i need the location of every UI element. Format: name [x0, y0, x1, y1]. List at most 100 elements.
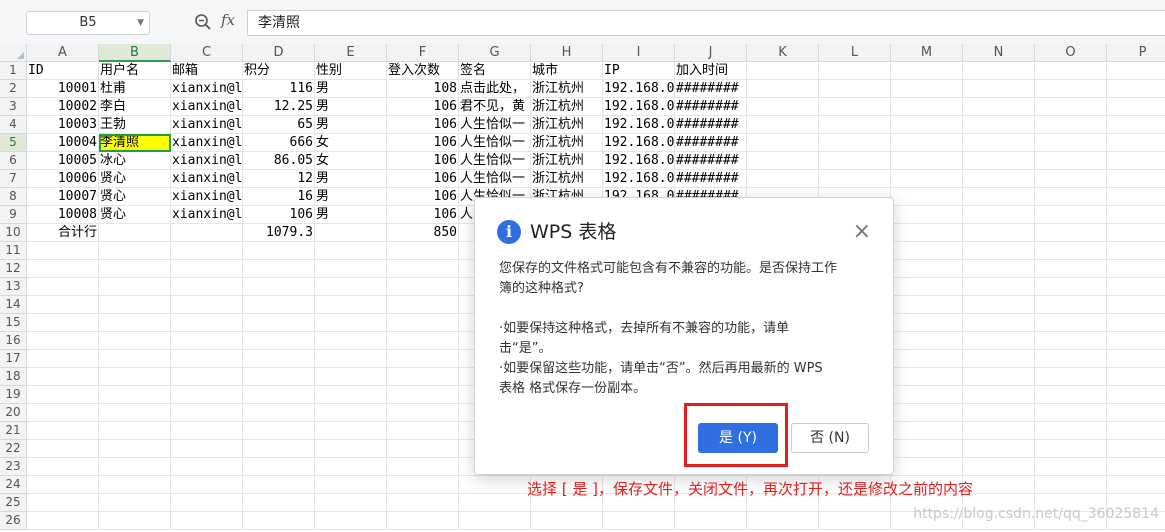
cell-g5[interactable]: 人生恰似一	[459, 134, 531, 152]
cell-g2[interactable]: 点击此处，	[459, 80, 531, 98]
cell-e13[interactable]	[315, 278, 387, 296]
cell-b11[interactable]	[99, 242, 171, 260]
column-header-p[interactable]: P	[1107, 44, 1165, 62]
cell-a5[interactable]: 10004	[27, 134, 99, 152]
cell-e14[interactable]	[315, 296, 387, 314]
cell-e15[interactable]	[315, 314, 387, 332]
cell-o4[interactable]	[1035, 116, 1107, 134]
cell-e25[interactable]	[315, 494, 387, 512]
cell-p11[interactable]	[1107, 242, 1165, 260]
cell-g3[interactable]: 君不见，黄	[459, 98, 531, 116]
row-header-13[interactable]: 13	[0, 278, 27, 296]
cell-c19[interactable]	[171, 386, 243, 404]
cell-b7[interactable]: 贤心	[99, 170, 171, 188]
column-header-g[interactable]: G	[459, 44, 531, 62]
row-header-2[interactable]: 2	[0, 80, 27, 98]
cell-f26[interactable]	[387, 512, 459, 530]
cell-c23[interactable]	[171, 458, 243, 476]
column-header-j[interactable]: J	[675, 44, 747, 62]
cell-f18[interactable]	[387, 368, 459, 386]
cell-b21[interactable]	[99, 422, 171, 440]
column-header-c[interactable]: C	[171, 44, 243, 62]
cell-p1[interactable]	[1107, 62, 1165, 80]
cell-b10[interactable]	[99, 224, 171, 242]
cell-f23[interactable]	[387, 458, 459, 476]
cell-a20[interactable]	[27, 404, 99, 422]
cell-d15[interactable]	[243, 314, 315, 332]
cell-p17[interactable]	[1107, 350, 1165, 368]
cell-c8[interactable]: xianxin@l	[171, 188, 243, 206]
cell-p15[interactable]	[1107, 314, 1165, 332]
cell-k7[interactable]	[747, 170, 819, 188]
row-header-18[interactable]: 18	[0, 368, 27, 386]
cell-b19[interactable]	[99, 386, 171, 404]
cell-m17[interactable]	[891, 350, 963, 368]
cell-e22[interactable]	[315, 440, 387, 458]
cell-d21[interactable]	[243, 422, 315, 440]
cell-n10[interactable]	[963, 224, 1035, 242]
cell-m11[interactable]	[891, 242, 963, 260]
cell-e19[interactable]	[315, 386, 387, 404]
cell-b5[interactable]: 李清照	[99, 134, 171, 152]
cell-h3[interactable]: 浙江杭州	[531, 98, 603, 116]
row-header-21[interactable]: 21	[0, 422, 27, 440]
cell-o15[interactable]	[1035, 314, 1107, 332]
cell-h1[interactable]: 城市	[531, 62, 603, 80]
cell-o2[interactable]	[1035, 80, 1107, 98]
cell-d23[interactable]	[243, 458, 315, 476]
cell-o24[interactable]	[1035, 476, 1107, 494]
cell-a1[interactable]: ID	[27, 62, 99, 80]
cell-c9[interactable]: xianxin@l	[171, 206, 243, 224]
cell-c17[interactable]	[171, 350, 243, 368]
cell-g24[interactable]	[459, 476, 531, 494]
cell-j7[interactable]: ########	[675, 170, 747, 188]
cell-e24[interactable]	[315, 476, 387, 494]
zoom-icon[interactable]	[194, 13, 212, 31]
cell-k4[interactable]	[747, 116, 819, 134]
row-header-19[interactable]: 19	[0, 386, 27, 404]
row-header-20[interactable]: 20	[0, 404, 27, 422]
cell-k26[interactable]	[747, 512, 819, 530]
row-header-5[interactable]: 5	[0, 134, 27, 152]
cell-b1[interactable]: 用户名	[99, 62, 171, 80]
cell-a18[interactable]	[27, 368, 99, 386]
cell-m18[interactable]	[891, 368, 963, 386]
cell-c2[interactable]: xianxin@l	[171, 80, 243, 98]
column-header-b[interactable]: B	[99, 44, 171, 62]
cell-c7[interactable]: xianxin@l	[171, 170, 243, 188]
row-header-14[interactable]: 14	[0, 296, 27, 314]
cell-m10[interactable]	[891, 224, 963, 242]
cell-a6[interactable]: 10005	[27, 152, 99, 170]
cell-o9[interactable]	[1035, 206, 1107, 224]
cell-f24[interactable]	[387, 476, 459, 494]
cell-d16[interactable]	[243, 332, 315, 350]
row-header-6[interactable]: 6	[0, 152, 27, 170]
cell-j1[interactable]: 加入时间	[675, 62, 747, 80]
cell-p22[interactable]	[1107, 440, 1165, 458]
cell-p20[interactable]	[1107, 404, 1165, 422]
cell-f7[interactable]: 106	[387, 170, 459, 188]
cell-o23[interactable]	[1035, 458, 1107, 476]
cell-b2[interactable]: 杜甫	[99, 80, 171, 98]
row-header-1[interactable]: 1	[0, 62, 27, 80]
cell-b6[interactable]: 冰心	[99, 152, 171, 170]
cell-l4[interactable]	[819, 116, 891, 134]
cell-e3[interactable]: 男	[315, 98, 387, 116]
cell-m4[interactable]	[891, 116, 963, 134]
cell-m14[interactable]	[891, 296, 963, 314]
cell-o14[interactable]	[1035, 296, 1107, 314]
cell-p18[interactable]	[1107, 368, 1165, 386]
cell-b20[interactable]	[99, 404, 171, 422]
cell-m19[interactable]	[891, 386, 963, 404]
cell-e16[interactable]	[315, 332, 387, 350]
cell-a3[interactable]: 10002	[27, 98, 99, 116]
cell-e2[interactable]: 男	[315, 80, 387, 98]
cell-a7[interactable]: 10006	[27, 170, 99, 188]
cell-p14[interactable]	[1107, 296, 1165, 314]
cell-o1[interactable]	[1035, 62, 1107, 80]
cell-p2[interactable]	[1107, 80, 1165, 98]
cell-m23[interactable]	[891, 458, 963, 476]
cell-e10[interactable]	[315, 224, 387, 242]
cell-b22[interactable]	[99, 440, 171, 458]
function-icon[interactable]: fx	[221, 11, 235, 29]
